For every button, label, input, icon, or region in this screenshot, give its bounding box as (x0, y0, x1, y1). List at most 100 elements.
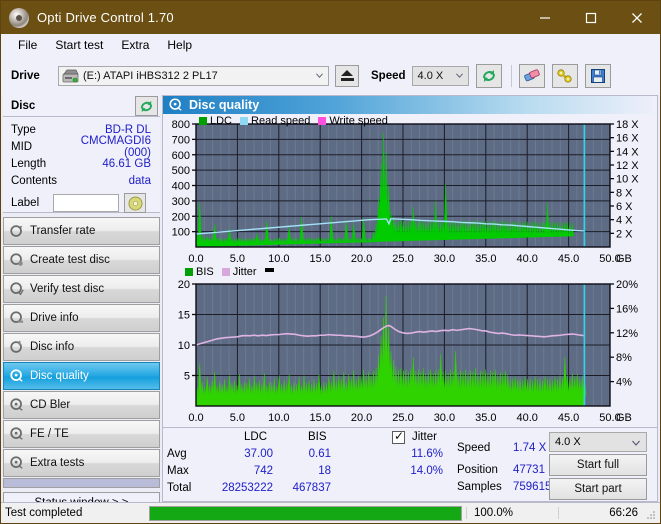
y2-tick-label: 20% (616, 279, 638, 291)
legend-entry: Jitter (221, 266, 257, 278)
elapsed-time: 66:26 (558, 507, 660, 519)
sidebar-item-fe-te[interactable]: FE / TE (3, 420, 160, 448)
x-tick-label: 0.0 (188, 412, 203, 424)
x-tick-label: 15.0 (309, 412, 330, 424)
legend-swatch (318, 117, 327, 125)
legend-label: Write speed (329, 115, 388, 127)
stats-max-jitter: 14.0% (410, 465, 443, 477)
sidebar-item-create-test-disc[interactable]: Create test disc (3, 246, 160, 274)
y2-tick-label: 6 X (616, 201, 633, 213)
menu-item-help[interactable]: Help (158, 36, 201, 54)
x-tick-label: 45.0 (558, 412, 579, 424)
sidebar-item-disc-quality[interactable]: Disc quality (3, 362, 160, 390)
sidebar-item-label: Verify test disc (30, 283, 105, 295)
save-button[interactable] (584, 63, 611, 88)
erase-disc-button[interactable] (518, 63, 545, 88)
legend-swatch (199, 117, 207, 125)
y2-tick-label: 16 X (616, 133, 639, 145)
jitter-checkbox[interactable] (392, 429, 405, 444)
y-tick-label: 10 (178, 340, 190, 352)
sidebar-item-label: Create test disc (30, 254, 110, 266)
sidebar-item-label: FE / TE (30, 428, 69, 440)
legend-swatch (185, 268, 193, 276)
eject-icon (341, 70, 353, 76)
save-icon (590, 68, 605, 83)
x-tick-label: 10.0 (268, 253, 289, 265)
refresh-icon (140, 100, 153, 112)
sidebar-item-label: Disc quality (30, 370, 89, 382)
stats-col-ldc: LDC (244, 431, 268, 443)
menu-bar: File Start test Extra Help (1, 34, 660, 56)
menu-item-extra[interactable]: Extra (112, 36, 158, 54)
y-tick-label: 600 (172, 150, 190, 162)
disc-field-length: Length 46.61 GB (5, 155, 158, 172)
progress-percent: 100.0% (466, 507, 558, 519)
x-tick-label: 40.0 (516, 412, 537, 424)
sidebar-item-cd-bler[interactable]: CD Bler (3, 391, 160, 419)
menu-item-file[interactable]: File (9, 36, 46, 54)
refresh-drive-button[interactable] (475, 63, 502, 88)
stats-avg-bis: 0.61 (308, 448, 331, 460)
disc-quality-panel: Disc quality LDC Read speed Write speed 10… (162, 95, 658, 502)
eject-button[interactable] (335, 64, 359, 87)
minimize-icon[interactable] (522, 1, 568, 34)
x-tick-label: 30.0 (434, 253, 455, 265)
tools-button[interactable] (551, 63, 578, 88)
disc-field-mid-value: CMCMAGDI6 (000) (80, 134, 151, 159)
sidebar-item-drive-info[interactable]: Drive info (3, 304, 160, 332)
window-title: Opti Drive Control 1.70 (37, 10, 174, 25)
start-full-label: Start full (576, 459, 620, 471)
y2-tick-label: 4% (616, 377, 632, 389)
legend-swatch (264, 267, 274, 272)
panel-title: Disc quality (189, 98, 260, 112)
disc-field-contents: Contents data (5, 172, 158, 189)
disc-info-icon (4, 340, 30, 354)
menu-item-start-test[interactable]: Start test (46, 36, 112, 54)
y-tick-label: 700 (172, 134, 190, 146)
y-tick-label: 400 (172, 181, 190, 193)
result-samples-label: Samples (457, 481, 502, 493)
close-icon[interactable] (614, 1, 660, 34)
y2-tick-label: 14 X (616, 146, 639, 158)
disc-section-title: Disc (11, 99, 36, 112)
y2-tick-label: 16% (616, 303, 638, 315)
result-speed-label: Speed (457, 442, 491, 454)
stats-max-bis: 18 (318, 465, 331, 477)
resize-grip-icon[interactable] (647, 511, 656, 520)
sidebar-item-label: Transfer rate (30, 225, 96, 237)
sidebar-item-verify-test-disc[interactable]: Verify test disc (3, 275, 160, 303)
ldc-chart: LDC Read speed Write speed 100 200 300 400 500… (163, 114, 657, 266)
x-tick-label: 35.0 (475, 412, 496, 424)
test-speed-select[interactable]: 4.0 X (549, 432, 647, 452)
drive-icon (62, 69, 79, 82)
x-tick-label: 0.0 (188, 253, 203, 265)
drive-select[interactable]: (E:) ATAPI iHBS312 2 PL17 (58, 65, 329, 86)
disc-bler-icon (4, 398, 30, 412)
toolbar-separator (510, 64, 512, 87)
disc-label-input[interactable] (53, 194, 119, 212)
refresh-disc-button[interactable] (135, 96, 158, 116)
nav-list: Transfer rate Create test disc Verify te… (3, 217, 160, 488)
stats-max-ldc: 742 (253, 465, 273, 477)
x-tick-label: 35.0 (475, 253, 496, 265)
sidebar-item-label: Drive info (30, 312, 79, 324)
maximize-icon[interactable] (568, 1, 614, 34)
start-full-button[interactable]: Start full (549, 454, 647, 476)
disc-field-length-label: Length (11, 157, 47, 170)
disc-label-row: Label (5, 192, 158, 214)
legend-entry: Read speed (240, 115, 310, 127)
sidebar-item-disc-info[interactable]: Disc info (3, 333, 160, 361)
panel-header: Disc quality (163, 96, 657, 114)
start-part-button[interactable]: Start part (549, 478, 647, 500)
x-tick-label: 40.0 (516, 253, 537, 265)
disc-label-button[interactable] (124, 193, 146, 213)
jitter-label: Jitter (412, 431, 437, 443)
legend-label: LDC (210, 115, 233, 127)
sidebar-item-label: Extra tests (30, 457, 85, 469)
drive-label: Drive (11, 69, 40, 82)
sidebar-item-extra-tests[interactable]: Extra tests (3, 449, 160, 477)
sidebar-item-transfer-rate[interactable]: Transfer rate (3, 217, 160, 245)
legend-entry: BIS (185, 266, 214, 278)
speed-select[interactable]: 4.0 X (411, 65, 469, 86)
disc-field-type-label: Type (11, 123, 36, 136)
